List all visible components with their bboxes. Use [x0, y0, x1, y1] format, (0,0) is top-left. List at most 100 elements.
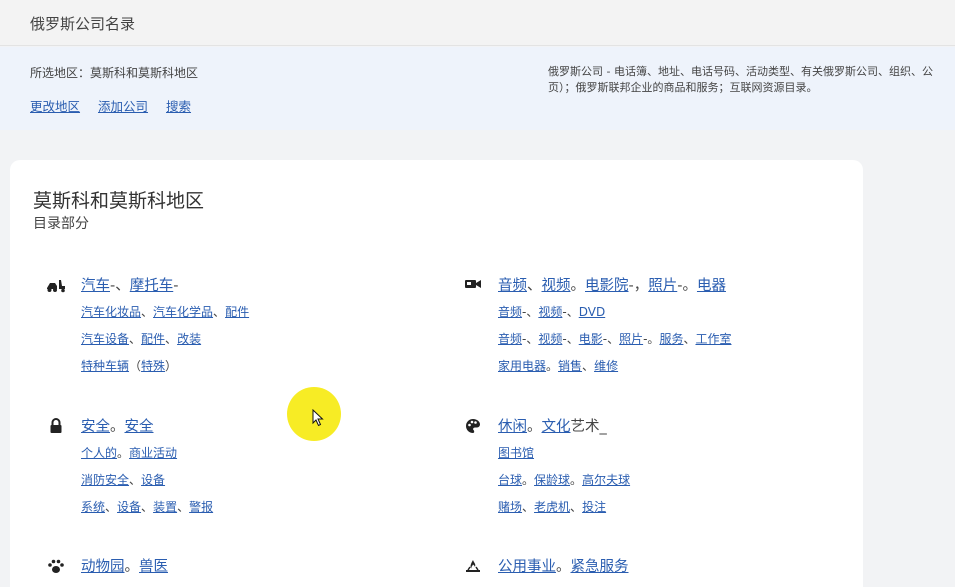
category-link[interactable]: 老虎机: [534, 500, 570, 514]
palette-icon: [463, 418, 483, 436]
separator-text: 。: [570, 278, 586, 294]
search-link[interactable]: 搜索: [166, 99, 191, 114]
category-zoo-vet: 动物园。兽医: [46, 558, 426, 582]
separator-text: 、: [527, 278, 542, 294]
subcategory-line: 个人的。商业活动: [81, 445, 177, 461]
category-link[interactable]: 休闲: [498, 419, 527, 435]
selected-region-text: 所选地区：莫斯科和莫斯科地区: [30, 66, 199, 80]
category-link[interactable]: 特种车辆: [81, 359, 129, 373]
subcategory-line: 消防安全、设备: [81, 472, 165, 488]
description-line-1: 俄罗斯公司 - 电话簿、地址、电话号码、活动类型、有关俄罗斯公司、组织、公: [548, 65, 933, 78]
subcategory-line: 图书馆: [498, 445, 534, 461]
category-link[interactable]: 家用电器: [498, 359, 546, 373]
category-link[interactable]: 特殊: [141, 359, 165, 373]
category-link[interactable]: 视频: [542, 278, 571, 294]
category-link[interactable]: 高尔夫球: [582, 473, 630, 487]
separator-text: -、: [562, 305, 579, 319]
category-link[interactable]: 音频: [498, 278, 527, 294]
separator-text: 、: [522, 500, 535, 514]
category-link[interactable]: 投注: [582, 500, 606, 514]
category-link[interactable]: 系统: [81, 500, 105, 514]
region-actions: 更改地区 添加公司 搜索: [30, 96, 205, 115]
category-link[interactable]: 照片: [619, 332, 643, 346]
subcategory-line: 台球。保龄球。高尔夫球: [498, 472, 630, 488]
category-link[interactable]: 音频: [498, 332, 522, 346]
separator-text: 。: [110, 419, 125, 435]
category-link[interactable]: 设备: [141, 473, 165, 487]
category-link[interactable]: 视频: [538, 305, 562, 319]
category-link[interactable]: 摩托车: [130, 278, 174, 294]
title-bar: 俄罗斯公司名录: [0, 0, 955, 46]
category-link[interactable]: 服务: [659, 332, 683, 346]
category-audio-video: 音频、视频。电影院-，照片-。电器 音频-、视频-、DVD 音频-、视频-、电影…: [463, 277, 853, 377]
category-link[interactable]: 汽车化妆品: [81, 305, 141, 319]
category-link[interactable]: 汽车化学品: [153, 305, 213, 319]
separator-text: -: [173, 278, 179, 294]
separator-text: 、: [683, 332, 696, 346]
subcategory-line: 特种车辆（特殊）: [81, 358, 177, 374]
category-link[interactable]: 工作室: [695, 332, 731, 346]
category-link[interactable]: 配件: [225, 305, 249, 319]
paw-icon: [46, 558, 66, 576]
add-company-link[interactable]: 添加公司: [98, 99, 148, 114]
category-utilities-emergency: 公用事业。紧急服务: [463, 558, 853, 582]
category-link[interactable]: 音频: [498, 305, 522, 319]
category-link[interactable]: 电影: [579, 332, 603, 346]
change-region-link[interactable]: 更改地区: [30, 99, 80, 114]
separator-text: -、: [522, 305, 539, 319]
mouse-pointer-icon: [312, 409, 324, 427]
separator-text: 、: [141, 305, 154, 319]
category-link[interactable]: 公用事业: [498, 559, 556, 575]
separator-text: ）: [165, 359, 178, 373]
category-link[interactable]: 改装: [177, 332, 201, 346]
separator-text: 、: [141, 500, 154, 514]
separator-text: 、: [177, 500, 190, 514]
category-link[interactable]: 设备: [117, 500, 141, 514]
category-link[interactable]: 消防安全: [81, 473, 129, 487]
separator-text: 。: [117, 446, 130, 460]
separator-text: 艺术_: [570, 419, 607, 435]
category-link[interactable]: 配件: [141, 332, 165, 346]
separator-text: 。: [556, 559, 571, 575]
separator-text: 。: [124, 559, 140, 575]
separator-text: （: [129, 359, 142, 373]
category-link[interactable]: 装置: [153, 500, 177, 514]
car-scooter-icon: [46, 277, 66, 295]
category-link[interactable]: 汽车设备: [81, 332, 129, 346]
category-title: 汽车-、摩托车-: [81, 277, 178, 295]
video-camera-icon: [463, 277, 483, 295]
category-link[interactable]: 电影院: [585, 278, 629, 294]
separator-text: 、: [129, 473, 142, 487]
category-link[interactable]: 图书馆: [498, 446, 534, 460]
separator-text: 、: [105, 500, 118, 514]
category-leisure-culture: 休闲。文化艺术_ 图书馆 台球。保龄球。高尔夫球 赌场、老虎机、投注: [463, 418, 853, 518]
category-link[interactable]: 商业活动: [129, 446, 177, 460]
category-link[interactable]: 安全: [81, 419, 110, 435]
category-link[interactable]: 维修: [594, 359, 618, 373]
category-link[interactable]: 照片: [648, 278, 677, 294]
separator-text: -。: [677, 278, 697, 294]
category-security: 安全。安全 个人的。商业活动 消防安全、设备 系统、设备、装置、警报: [46, 418, 426, 518]
category-link[interactable]: DVD: [579, 305, 605, 319]
category-link[interactable]: 动物园: [81, 559, 125, 575]
category-link[interactable]: 电器: [697, 278, 726, 294]
category-link[interactable]: 个人的: [81, 446, 117, 460]
category-link[interactable]: 汽车: [81, 278, 110, 294]
category-link[interactable]: 销售: [558, 359, 582, 373]
category-link[interactable]: 保龄球: [534, 473, 570, 487]
separator-text: -、: [110, 278, 130, 294]
catalog-title: 莫斯科和莫斯科地区: [33, 190, 205, 212]
category-title: 公用事业。紧急服务: [498, 558, 629, 576]
category-link[interactable]: 紧急服务: [571, 559, 629, 575]
separator-text: -、: [562, 332, 579, 346]
category-link[interactable]: 文化: [542, 419, 571, 435]
separator-text: 、: [213, 305, 226, 319]
category-link[interactable]: 兽医: [139, 559, 168, 575]
category-link[interactable]: 视频: [538, 332, 562, 346]
category-link[interactable]: 警报: [189, 500, 213, 514]
site-description: 俄罗斯公司 - 电话簿、地址、电话号码、活动类型、有关俄罗斯公司、组织、公 页）…: [548, 64, 955, 96]
category-link[interactable]: 台球: [498, 473, 522, 487]
category-link[interactable]: 赌场: [498, 500, 522, 514]
category-link[interactable]: 安全: [125, 419, 154, 435]
catalog-subtitle: 目录部分: [33, 216, 89, 232]
